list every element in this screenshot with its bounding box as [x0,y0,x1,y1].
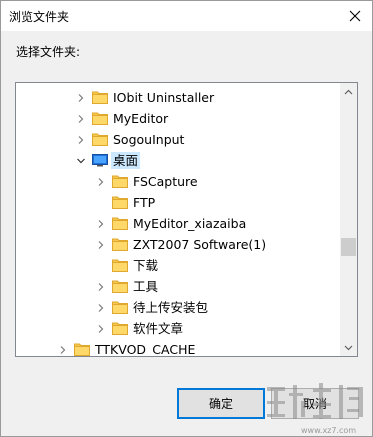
chevron-right-icon[interactable] [76,135,86,145]
tree-item-label: MyEditor_xiazaiba [133,216,247,231]
chevron-right-icon[interactable] [96,324,106,334]
chevron-right-icon[interactable] [96,282,106,292]
tree-item[interactable]: FSCapture [16,171,336,192]
window-title: 浏览文件夹 [9,10,70,24]
folder-tree[interactable]: IObit Uninstaller MyEditor SogouInput 桌面 FSC… [15,82,358,357]
tree-item-label: 工具 [133,279,159,294]
vertical-scrollbar[interactable] [340,83,357,356]
tree-item-label: 待上传安装包 [133,300,209,315]
folder-icon [112,300,128,314]
chevron-right-icon[interactable] [76,93,86,103]
tree-item[interactable]: 桌面 [16,150,336,171]
tree-item[interactable]: FTP [16,192,336,213]
close-button[interactable] [342,3,368,29]
tree-item-label: ZXT2007 Software(1) [133,237,267,252]
chevron-up-icon [344,89,353,94]
title-bar: 浏览文件夹 [1,1,372,31]
tree-item[interactable]: SogouInput [16,129,336,150]
folder-icon [112,195,128,209]
instruction-label: 选择文件夹: [16,45,81,59]
folder-icon [92,111,108,125]
tree-item-label: 下载 [133,258,159,273]
tree-item-label: FTP [133,195,156,210]
folder-icon [112,258,128,272]
tree-item-label: FSCapture [133,174,198,189]
tree-item-label: IObit Uninstaller [113,90,215,105]
folder-icon [92,132,108,146]
tree-item[interactable]: MyEditor [16,108,336,129]
chevron-right-icon[interactable] [96,219,106,229]
tree-item[interactable]: ZXT2007 Software(1) [16,234,336,255]
close-icon [349,10,361,22]
chevron-down-icon[interactable] [76,156,86,166]
tree-item-label: SogouInput [113,132,185,147]
folder-icon [112,279,128,293]
tree-item-label: MyEditor [113,111,169,126]
tree-item-label: 桌面 [111,152,141,169]
folder-icon [112,321,128,335]
folder-icon [74,342,90,356]
folder-icon [112,174,128,188]
tree-item[interactable]: TTKVOD_CACHE [16,339,336,357]
chevron-right-icon[interactable] [76,114,86,124]
folder-icon [92,90,108,104]
tree-item[interactable]: 待上传安装包 [16,297,336,318]
chevron-down-icon [344,345,353,350]
chevron-right-icon[interactable] [58,345,68,355]
scroll-down-button[interactable] [340,339,357,356]
tree-item[interactable]: MyEditor_xiazaiba [16,213,336,234]
tree-item-label: 软件文章 [133,321,184,336]
tree-item-label: TTKVOD_CACHE [95,342,196,357]
chevron-right-icon[interactable] [96,303,106,313]
tree-item[interactable]: IObit Uninstaller [16,87,336,108]
chevron-right-icon[interactable] [96,240,106,250]
folder-icon [112,237,128,251]
tree-item[interactable]: 工具 [16,276,336,297]
scroll-thumb[interactable] [341,238,356,256]
tree-item[interactable]: 软件文章 [16,318,336,339]
ok-button[interactable]: 确定 [177,388,265,419]
tree-item[interactable]: 下载 [16,255,336,276]
browse-folder-dialog: 浏览文件夹 选择文件夹: IObit Uninstaller MyEditor So… [0,0,373,437]
scroll-up-button[interactable] [340,83,357,100]
chevron-right-icon[interactable] [96,177,106,187]
watermark-url: www.xz7.com [301,426,357,435]
desktop-icon [92,153,108,167]
folder-icon [112,216,128,230]
